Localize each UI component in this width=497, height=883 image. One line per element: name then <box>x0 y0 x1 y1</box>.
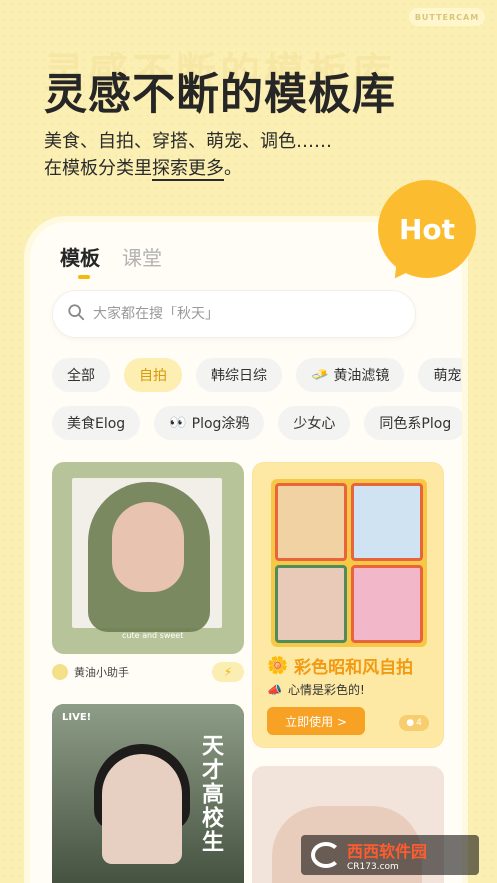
chip-girly[interactable]: 少女心 <box>278 406 351 440</box>
chip-all[interactable]: 全部 <box>52 358 110 392</box>
collage-photo <box>351 483 423 561</box>
bolt-icon[interactable]: ⚡ <box>212 662 244 682</box>
tab-classroom[interactable]: 课堂 <box>122 242 162 271</box>
chip-label: 韩综日综 <box>211 368 267 384</box>
search-icon <box>67 303 85 325</box>
megaphone-icon: 📣 <box>267 682 282 697</box>
card-title-row: 🌼 彩色昭和风自拍 <box>267 653 414 679</box>
card-author-row: 黄油小助手 ⚡ <box>52 662 244 682</box>
card-caption: cute and sweet <box>122 631 184 640</box>
collage-photo <box>275 565 347 643</box>
watermark-site: CR173.com <box>347 862 399 872</box>
chip-label: Plog涂鸦 <box>191 416 250 432</box>
tab-bar: 模板 课堂 <box>60 242 162 279</box>
card-overlay-text: 天才高校生 <box>198 734 223 854</box>
hero-title: 灵感不断的模板库 <box>44 70 396 120</box>
card-title: 彩色昭和风自拍 <box>294 658 414 678</box>
tab-templates[interactable]: 模板 <box>60 242 100 279</box>
card-subtitle-row: 📣 心情是彩色的! <box>267 681 365 698</box>
chip-label: 黄油滤镜 <box>333 368 390 384</box>
chip-plog-doodle[interactable]: 👀 Plog涂鸦 <box>154 406 265 440</box>
eyes-icon: 👀 <box>169 415 187 431</box>
chip-label: 同色系Plog <box>379 416 452 432</box>
search-bar[interactable] <box>52 290 416 338</box>
count-badge: ● 4 <box>399 715 429 731</box>
chip-label: 萌宠 <box>433 368 462 384</box>
subtitle-line2-pre: 在模板分类里 <box>44 158 152 179</box>
search-input[interactable] <box>93 306 383 322</box>
sunflower-icon: 🌼 <box>267 655 289 676</box>
hot-badge: Hot <box>378 180 476 278</box>
template-card-student[interactable]: LIVE! 天才高校生 <box>52 704 244 883</box>
chip-label: 美食Elog <box>67 416 126 432</box>
watermark-logo-icon <box>311 842 341 868</box>
chip-pets[interactable]: 萌宠 <box>418 358 462 392</box>
category-chips-row2: 美食Elog 👀 Plog涂鸦 少女心 同色系Plog <box>52 406 462 440</box>
chip-variety[interactable]: 韩综日综 <box>196 358 282 392</box>
chip-same-color[interactable]: 同色系Plog <box>364 406 462 440</box>
face-image <box>112 502 184 592</box>
template-card-frog-hood[interactable]: cute and sweet <box>52 462 244 654</box>
template-card-showa[interactable]: 🌼 彩色昭和风自拍 📣 心情是彩色的! 立即使用 > ● 4 <box>252 462 444 748</box>
comment-icon: ● <box>406 718 415 728</box>
subtitle-line1: 美食、自拍、穿搭、萌宠、调色…… <box>44 131 332 152</box>
category-chips-row1: 全部 自拍 韩综日综 🧈 黄油滤镜 萌宠 <box>52 358 462 392</box>
chip-food-elog[interactable]: 美食Elog <box>52 406 141 440</box>
avatar <box>52 664 68 680</box>
subtitle-line2-post: 。 <box>224 158 242 179</box>
collage-image <box>271 479 427 647</box>
butter-icon: 🧈 <box>311 367 329 383</box>
subtitle-explore-more: 探索更多 <box>152 158 224 181</box>
author-name: 黄油小助手 <box>74 666 129 679</box>
chip-label: 全部 <box>67 368 95 384</box>
collage-photo <box>351 565 423 643</box>
use-now-button[interactable]: 立即使用 > <box>267 707 365 735</box>
brand-badge: BUTTERCAM <box>409 8 485 26</box>
face-image <box>102 754 182 864</box>
count-value: 4 <box>416 718 422 728</box>
watermark-name: 西西软件园 <box>347 842 428 861</box>
chip-label: 自拍 <box>139 368 167 384</box>
site-watermark: 西西软件园 CR173.com <box>301 835 479 875</box>
phone-mockup: 模板 课堂 全部 自拍 韩综日综 🧈黄油滤镜 萌宠 美食Elog 👀Plog涂鸦… <box>30 222 462 883</box>
live-label: LIVE! <box>62 712 92 723</box>
card-subtitle: 心情是彩色的! <box>287 683 365 697</box>
collage-photo <box>275 483 347 561</box>
hero-subtitle: 美食、自拍、穿搭、萌宠、调色…… 在模板分类里探索更多。 <box>44 128 332 182</box>
chip-label: 少女心 <box>293 416 336 432</box>
chip-selfie[interactable]: 自拍 <box>124 358 182 392</box>
chip-butter-filter[interactable]: 🧈 黄油滤镜 <box>296 358 405 392</box>
